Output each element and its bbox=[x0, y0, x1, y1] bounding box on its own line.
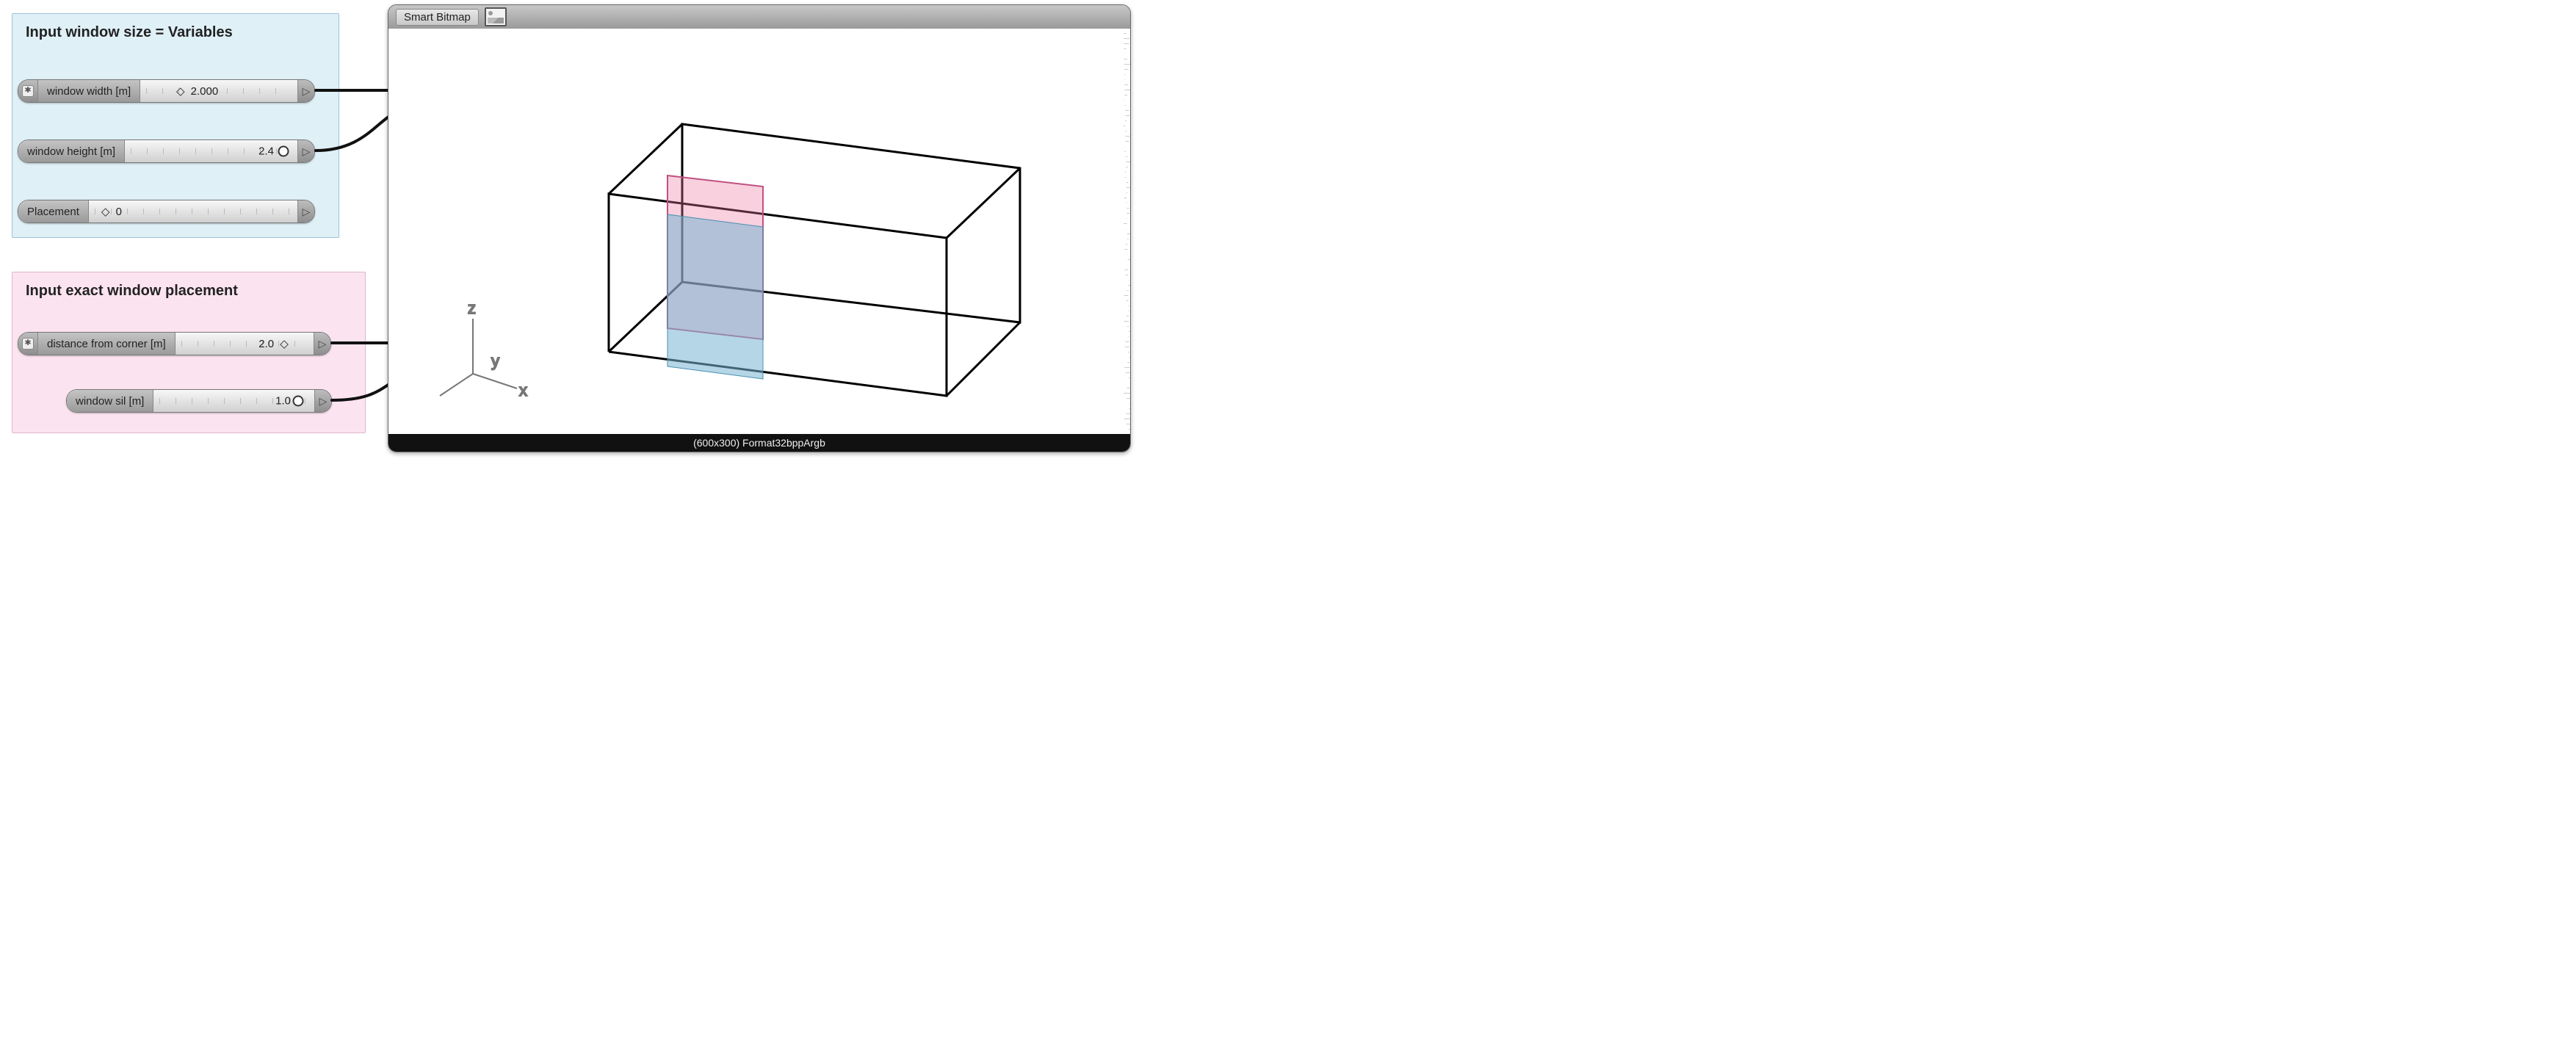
viewer-viewport[interactable]: z y x bbox=[388, 29, 1130, 434]
viewer-statusbar: (600x300) Format32bppArgb bbox=[388, 434, 1130, 452]
viewer-title: Smart Bitmap bbox=[396, 9, 479, 26]
scene-3d: z y x bbox=[388, 29, 1130, 434]
axis-y-label: y bbox=[491, 352, 499, 370]
viewer-titlebar[interactable]: Smart Bitmap bbox=[388, 5, 1130, 29]
bitmap-viewer: Smart Bitmap z y x bbox=[388, 4, 1131, 452]
axis-x-label: x bbox=[519, 381, 527, 399]
viewer-status-text: (600x300) Format32bppArgb bbox=[693, 437, 825, 449]
axis-gizmo: z y x bbox=[440, 299, 527, 399]
axis-z-label: z bbox=[468, 299, 476, 317]
window-plane-actual bbox=[667, 214, 763, 379]
wires bbox=[0, 0, 411, 463]
image-icon bbox=[485, 7, 507, 26]
